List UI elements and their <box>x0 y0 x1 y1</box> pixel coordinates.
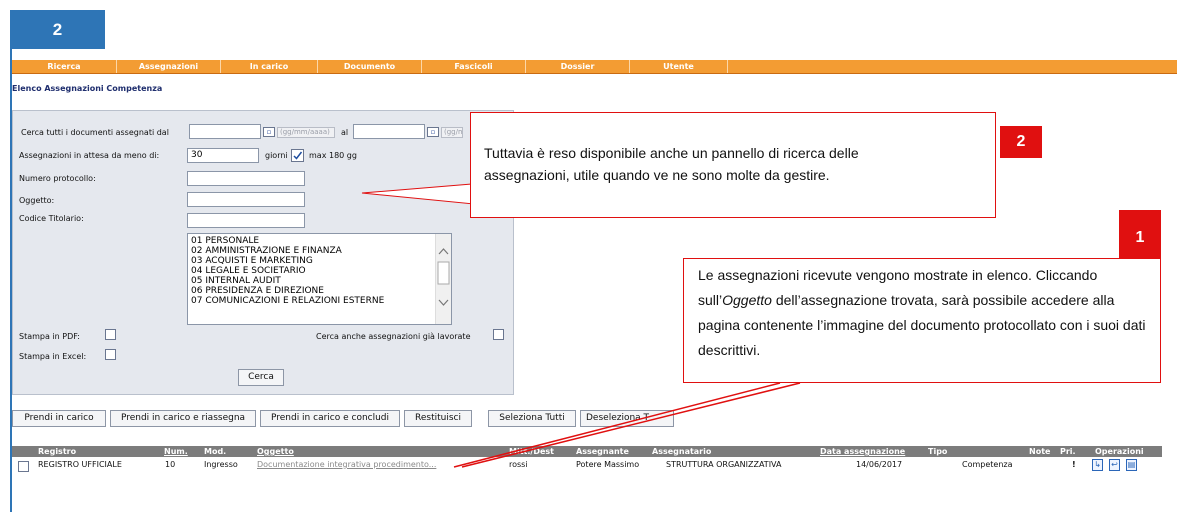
callout-results-list: Le assegnazioni ricevute vengono mostrat… <box>683 258 1161 383</box>
callout-number: 2 <box>1000 126 1042 158</box>
callout-number: 1 <box>1119 210 1161 259</box>
callout-text: Tuttavia è reso disponibile anche un pan… <box>484 145 859 183</box>
callout-leaders <box>361 182 801 468</box>
callout-search-panel: Tuttavia è reso disponibile anche un pan… <box>470 112 996 218</box>
callout-text: Le assegnazioni ricevute vengono mostrat… <box>698 267 1146 358</box>
